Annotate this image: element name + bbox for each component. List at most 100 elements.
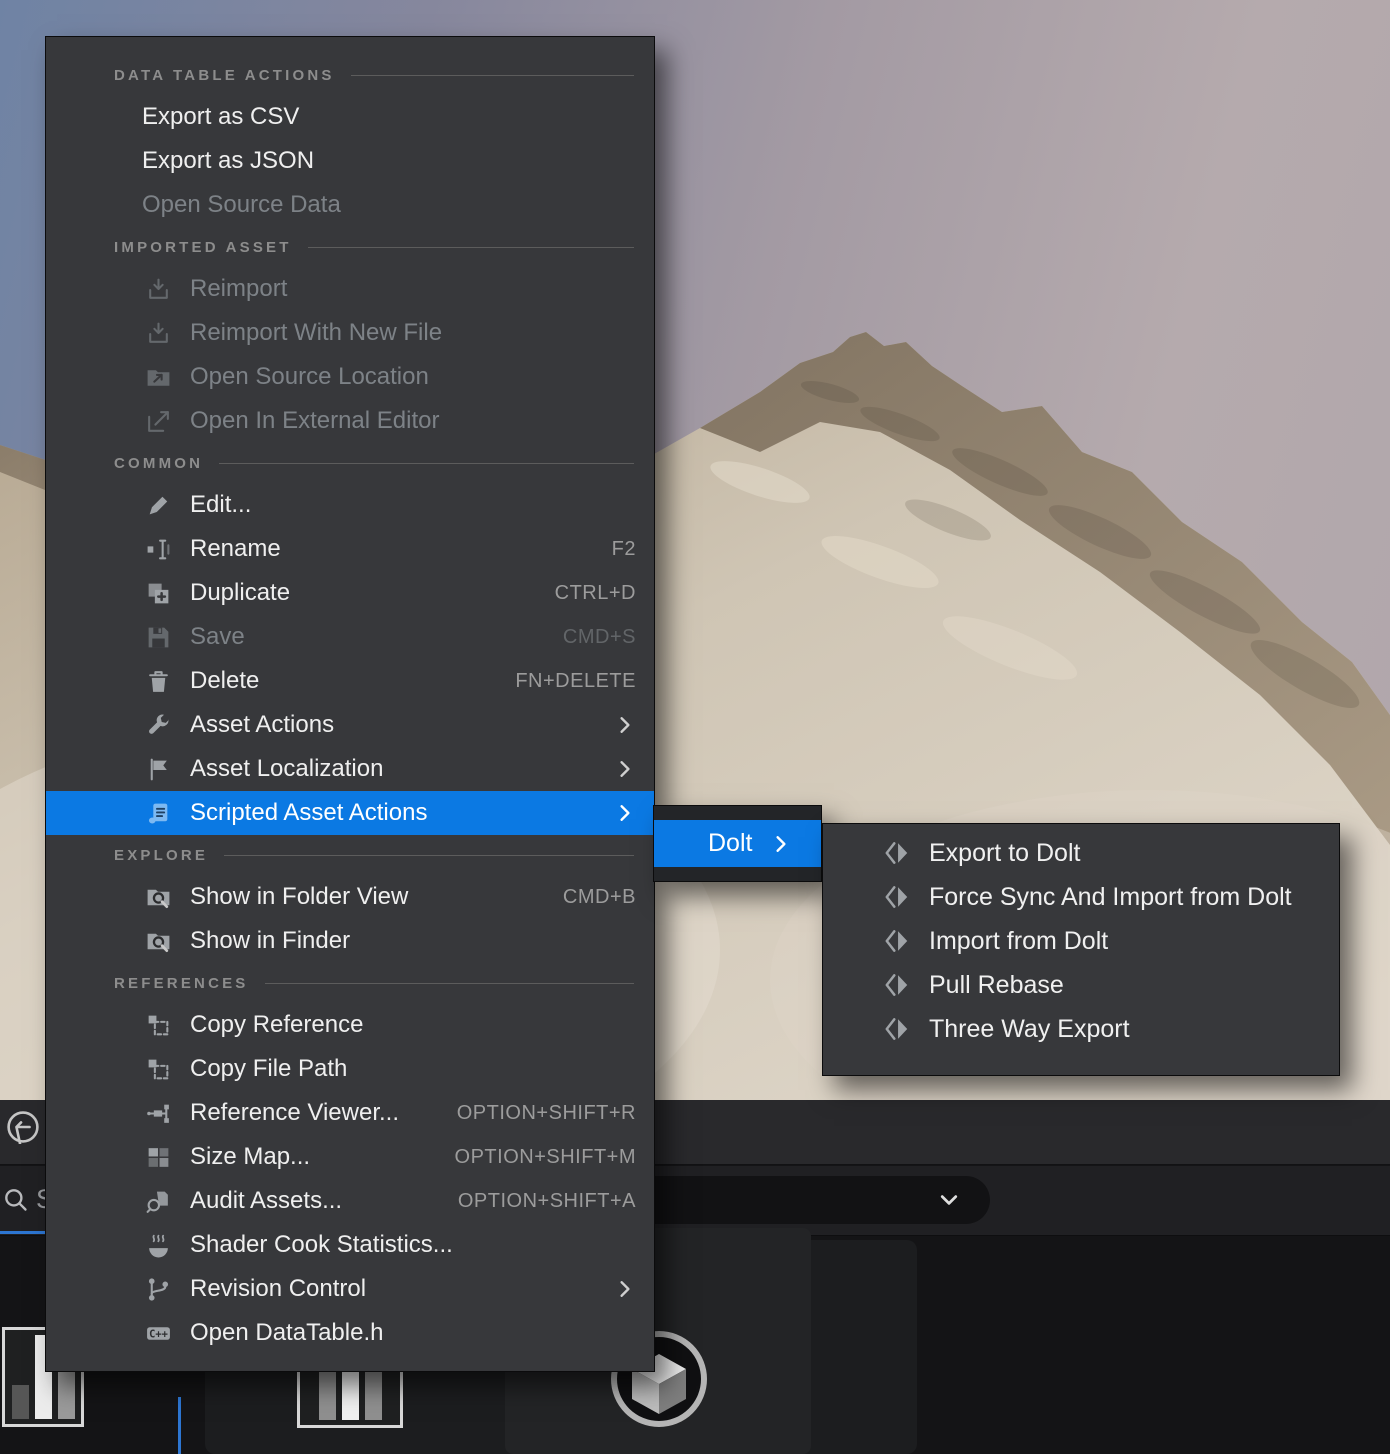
menu-item-icon — [141, 1054, 175, 1084]
dolt-icon — [883, 883, 911, 911]
section-header: EXPLORE — [46, 835, 654, 875]
menu-item-label: Reimport — [190, 275, 287, 303]
menu-item-shortcut: F2 — [612, 538, 636, 561]
section-header: IMPORTED ASSET — [46, 227, 654, 267]
menu-item-icon — [141, 926, 175, 956]
selected-tile-accent — [178, 1397, 181, 1454]
menu-item-label: Copy File Path — [190, 1055, 347, 1083]
shader-bowl-icon — [145, 1232, 172, 1259]
save-icon — [145, 624, 172, 651]
section-header-label: REFERENCES — [114, 975, 249, 992]
menu-item-icon — [141, 710, 175, 740]
menu-item-asset-actions[interactable]: Asset Actions — [46, 703, 654, 747]
rename-icon — [145, 536, 172, 563]
menu-item-open-datatable-h[interactable]: C++Open DataTable.h — [46, 1311, 654, 1355]
menu-item-shortcut: CMD+B — [563, 886, 636, 909]
bar — [12, 1385, 29, 1419]
menu-item-icon — [141, 1142, 175, 1172]
menu-item-reference-viewer[interactable]: Reference Viewer... OPTION+SHIFT+R — [46, 1091, 654, 1135]
dolt-menu-item-export-to-dolt[interactable]: Export to Dolt — [823, 831, 1339, 875]
dolt-item-icon — [881, 882, 913, 912]
menu-item-audit-assets[interactable]: Audit Assets... OPTION+SHIFT+A — [46, 1179, 654, 1223]
menu-item-show-in-finder[interactable]: Show in Finder — [46, 919, 654, 963]
context-menu: DATA TABLE ACTIONS Export as CSV Export as… — [45, 36, 655, 1372]
section-header-label: DATA TABLE ACTIONS — [114, 67, 335, 84]
dolt-item-label: Pull Rebase — [929, 971, 1064, 1000]
menu-item-size-map[interactable]: Size Map...OPTION+SHIFT+M — [46, 1135, 654, 1179]
back-button[interactable] — [6, 1110, 40, 1144]
revision-control-icon — [145, 1276, 172, 1303]
menu-item-icon: C++ — [141, 1318, 175, 1348]
menu-item-copy-reference[interactable]: Copy Reference — [46, 1003, 654, 1047]
menu-item-label: Save — [190, 623, 245, 651]
menu-item-delete[interactable]: DeleteFN+DELETE — [46, 659, 654, 703]
menu-item-icon — [141, 578, 175, 608]
duplicate-icon — [145, 580, 172, 607]
menu-item-copy-file-path[interactable]: Copy File Path — [46, 1047, 654, 1091]
menu-item-reimport: Reimport — [46, 267, 654, 311]
audit-search-icon — [145, 1188, 172, 1215]
dolt-item-label: Force Sync And Import from Dolt — [929, 883, 1292, 912]
menu-item-duplicate[interactable]: DuplicateCTRL+D — [46, 571, 654, 615]
chevron-right-icon — [770, 833, 792, 855]
menu-item-edit[interactable]: Edit... — [46, 483, 654, 527]
menu-item-label: Delete — [190, 667, 259, 695]
menu-item-rename[interactable]: RenameF2 — [46, 527, 654, 571]
menu-item-shortcut: OPTION+SHIFT+R — [457, 1102, 636, 1125]
menu-item-label: Open Source Data — [142, 191, 341, 219]
menu-item-revision-control[interactable]: Revision Control — [46, 1267, 654, 1311]
dolt-menu-item-import-from-dolt[interactable]: Import from Dolt — [823, 919, 1339, 963]
dolt-item-label: Import from Dolt — [929, 927, 1108, 956]
menu-item-icon — [141, 534, 175, 564]
folder-search-icon — [145, 928, 172, 955]
section-header: REFERENCES — [46, 963, 654, 1003]
dolt-item-icon — [881, 838, 913, 868]
menu-item-label: Open Source Location — [190, 363, 429, 391]
back-arrow-icon — [6, 1110, 40, 1144]
scripted-actions-submenu: Dolt — [653, 805, 822, 882]
menu-item-label: Audit Assets... — [190, 1187, 342, 1215]
chevron-right-icon — [614, 802, 636, 824]
copy-icon — [145, 1056, 172, 1083]
submenu-item-dolt[interactable]: Dolt — [654, 820, 821, 867]
menu-item-reimport-with-new-file: Reimport With New File — [46, 311, 654, 355]
section-header-label: IMPORTED ASSET — [114, 239, 292, 256]
dolt-item-icon — [881, 970, 913, 1000]
menu-item-icon — [141, 1010, 175, 1040]
menu-item-shortcut: CMD+S — [563, 626, 636, 649]
trash-icon — [145, 668, 172, 695]
menu-item-icon — [141, 666, 175, 696]
menu-item-export-as-csv[interactable]: Export as CSV — [46, 95, 654, 139]
menu-item-shader-cook-statistics[interactable]: Shader Cook Statistics... — [46, 1223, 654, 1267]
chevron-right-icon — [614, 714, 636, 736]
menu-item-icon — [141, 406, 175, 436]
section-divider — [351, 75, 634, 76]
dolt-menu-item-force-sync-and-import-from-dolt[interactable]: Force Sync And Import from Dolt — [823, 875, 1339, 919]
reimport-icon — [145, 320, 172, 347]
menu-item-asset-localization[interactable]: Asset Localization — [46, 747, 654, 791]
menu-item-show-in-folder-view[interactable]: Show in Folder ViewCMD+B — [46, 875, 654, 919]
folder-search-icon — [145, 884, 172, 911]
menu-item-label: Copy Reference — [190, 1011, 363, 1039]
menu-item-icon — [141, 1098, 175, 1128]
flag-icon — [145, 756, 172, 783]
section-divider — [224, 855, 634, 856]
dolt-menu-item-pull-rebase[interactable]: Pull Rebase — [823, 963, 1339, 1007]
dolt-icon — [883, 839, 911, 867]
dolt-item-icon — [881, 1014, 913, 1044]
dolt-menu-item-three-way-export[interactable]: Three Way Export — [823, 1007, 1339, 1051]
menu-item-shortcut: CTRL+D — [555, 582, 636, 605]
menu-item-shortcut: OPTION+SHIFT+A — [458, 1190, 636, 1213]
menu-item-scripted-asset-actions[interactable]: Scripted Asset Actions — [46, 791, 654, 835]
dolt-item-icon — [881, 926, 913, 956]
bar — [365, 1370, 382, 1420]
section-divider — [308, 247, 634, 248]
pencil-icon — [145, 492, 172, 519]
menu-item-label: Reference Viewer... — [190, 1099, 399, 1127]
menu-item-label: Export as JSON — [142, 147, 314, 175]
menu-item-label: Edit... — [190, 491, 251, 519]
menu-item-label: Open In External Editor — [190, 407, 439, 435]
menu-item-export-as-json[interactable]: Export as JSON — [46, 139, 654, 183]
menu-item-icon — [141, 274, 175, 304]
menu-item-open-source-data: Open Source Data — [46, 183, 654, 227]
